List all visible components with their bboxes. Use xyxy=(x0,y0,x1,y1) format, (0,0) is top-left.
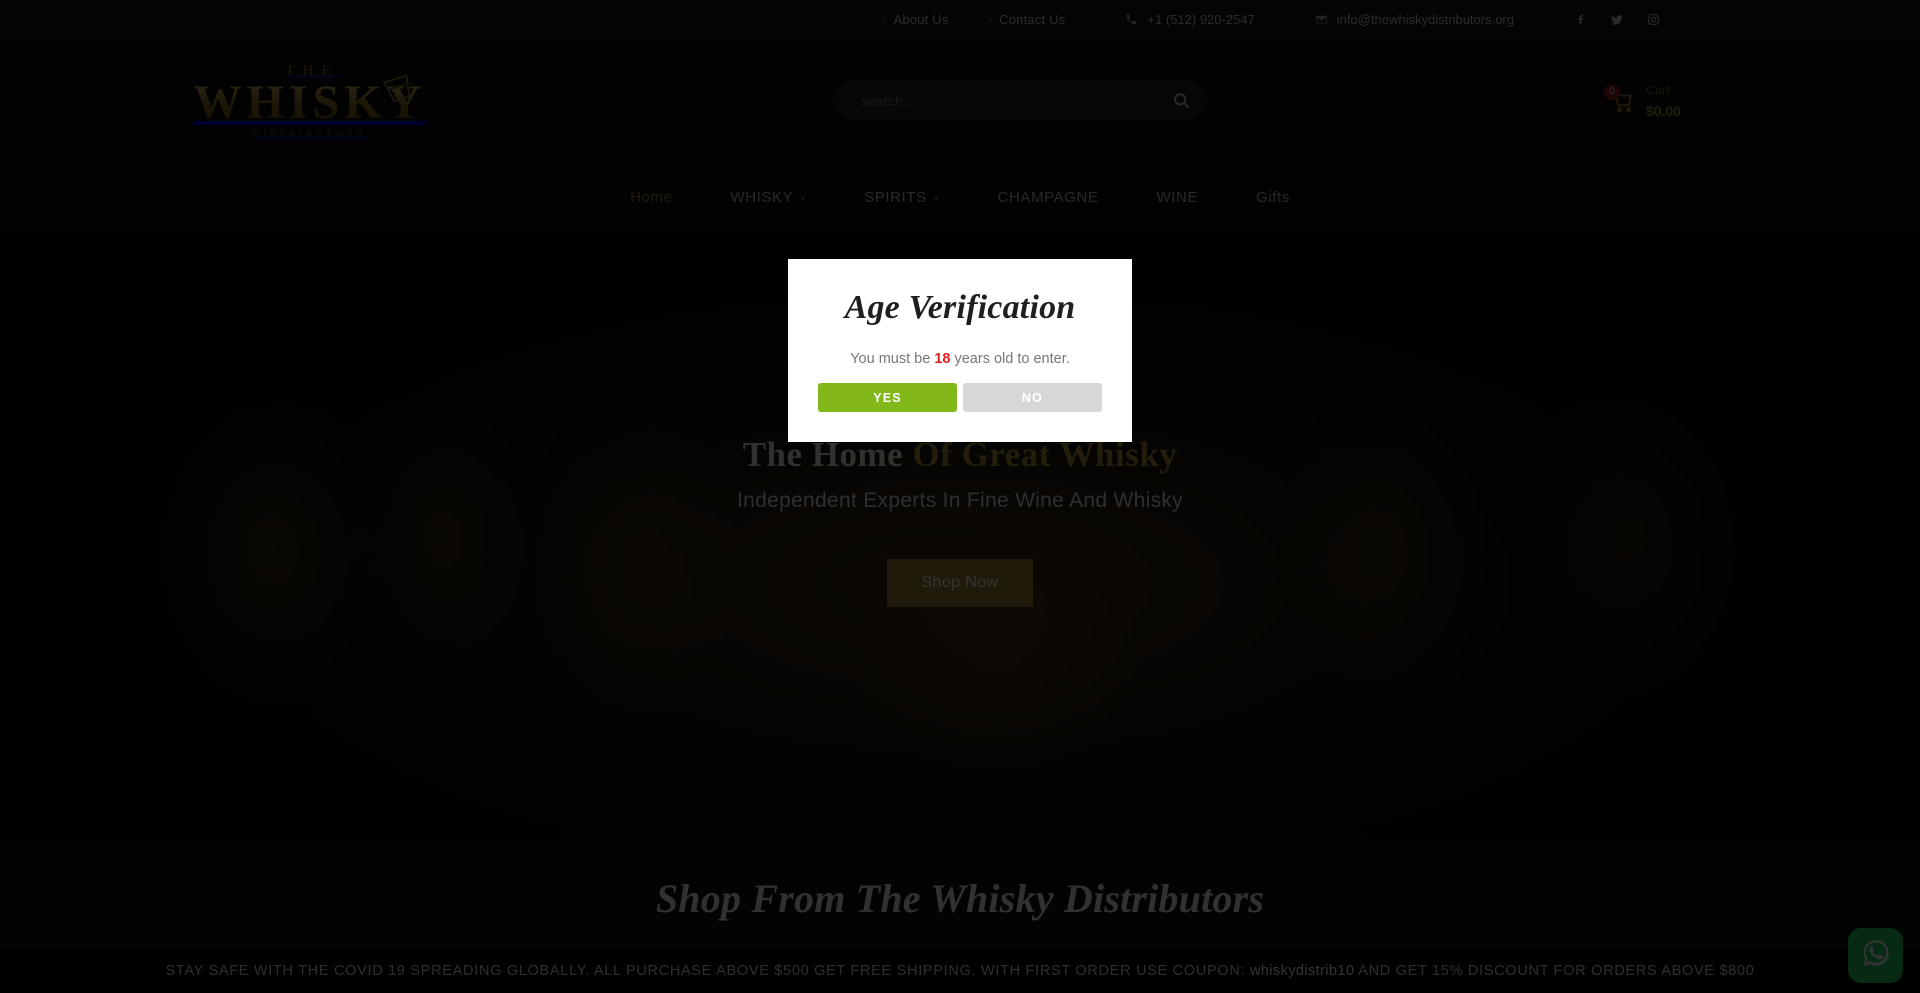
modal-message-after: years old to enter. xyxy=(950,351,1070,367)
modal-actions: YES NO xyxy=(818,383,1102,412)
modal-title: Age Verification xyxy=(844,289,1076,326)
modal-message-before: You must be xyxy=(850,351,935,367)
modal-message: You must be 18 years old to enter. xyxy=(818,351,1102,367)
age-yes-button[interactable]: YES xyxy=(818,383,957,412)
modal-overlay[interactable] xyxy=(0,0,1920,993)
age-verification-modal: Age Verification You must be 18 years ol… xyxy=(788,259,1132,442)
age-no-button[interactable]: NO xyxy=(963,383,1102,412)
modal-age-value: 18 xyxy=(934,351,951,367)
